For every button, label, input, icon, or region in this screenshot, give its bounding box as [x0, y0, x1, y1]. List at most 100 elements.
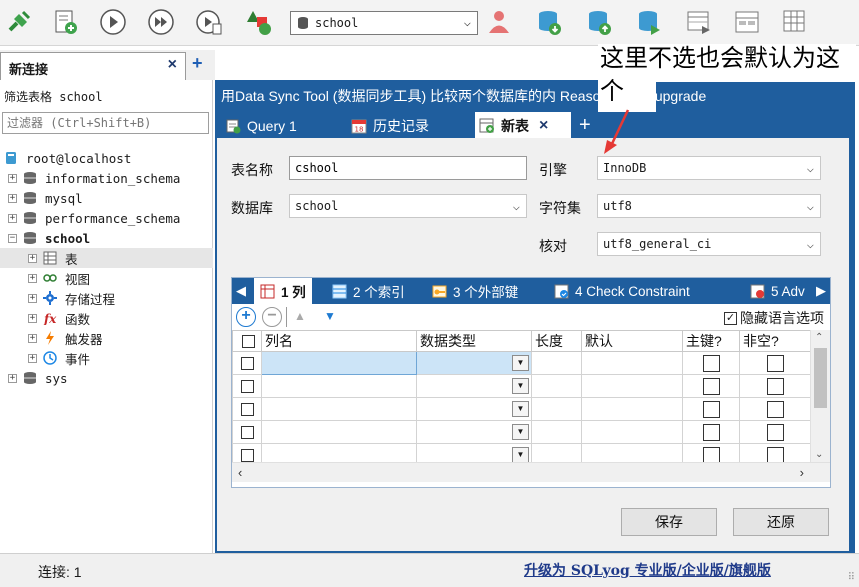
tab-query-1[interactable]: Query 1 — [221, 112, 339, 140]
primary-key-checkbox[interactable] — [702, 354, 720, 372]
remove-column-icon[interactable]: − — [262, 307, 282, 327]
scrollbar-thumb[interactable] — [814, 348, 827, 408]
row-select-cell[interactable] — [232, 351, 262, 375]
length-cell[interactable] — [531, 374, 582, 398]
database-select[interactable]: school ⌵ — [290, 11, 478, 35]
row-checkbox[interactable] — [240, 448, 254, 462]
collation-select[interactable]: utf8_general_ci ⌵ — [597, 232, 821, 256]
dropdown-arrow-icon[interactable]: ▼ — [512, 424, 529, 440]
not-null-checkbox[interactable] — [766, 446, 784, 464]
primary-key-checkbox[interactable] — [702, 446, 720, 464]
column-name-cell[interactable] — [261, 351, 417, 375]
tree-node[interactable]: + information_schema — [0, 168, 213, 188]
add-connection-tab-button[interactable]: + — [192, 53, 203, 74]
length-cell[interactable] — [531, 420, 582, 444]
close-icon[interactable]: × — [539, 117, 548, 135]
data-type-cell[interactable]: ▼ — [416, 351, 532, 375]
run-to-file-icon[interactable] — [194, 7, 224, 37]
scroll-down-icon[interactable]: ⌄ — [815, 449, 823, 460]
dropdown-arrow-icon[interactable]: ▼ — [512, 447, 529, 463]
column-name-cell[interactable] — [261, 374, 417, 398]
column-name-cell[interactable] — [261, 420, 417, 444]
tree-node[interactable]: + 触发器 — [0, 328, 213, 348]
row-checkbox[interactable] — [240, 379, 254, 393]
dropdown-arrow-icon[interactable]: ▼ — [512, 378, 529, 394]
row-select-cell[interactable] — [232, 374, 262, 398]
db-sync-icon[interactable] — [634, 7, 664, 37]
new-query-icon[interactable] — [50, 7, 80, 37]
not-null-cell[interactable] — [739, 397, 811, 421]
save-button[interactable]: 保存 — [621, 508, 717, 536]
expand-icon[interactable]: + — [28, 253, 37, 263]
move-up-icon[interactable]: ▲ — [294, 309, 306, 323]
data-type-cell[interactable]: ▼ — [416, 397, 532, 421]
db-upload-icon[interactable] — [584, 7, 614, 37]
tree-node[interactable]: + performance_schema — [0, 208, 213, 228]
table-name-input[interactable] — [289, 156, 527, 180]
expand-icon[interactable]: + — [8, 173, 17, 183]
database-field[interactable]: school ⌵ — [289, 194, 527, 218]
column-row[interactable]: ▼ — [232, 420, 811, 444]
select-all-checkbox[interactable] — [242, 334, 255, 348]
primary-key-checkbox[interactable] — [702, 423, 720, 441]
db-download-icon[interactable] — [534, 7, 564, 37]
add-tab-button[interactable]: + — [579, 114, 591, 137]
row-select-cell[interactable] — [232, 420, 262, 444]
column-name-cell[interactable] — [261, 397, 417, 421]
revert-button[interactable]: 还原 — [733, 508, 829, 536]
scroll-right-icon[interactable]: › — [800, 465, 804, 480]
hide-language-option[interactable]: ✓ 隐藏语言选项 — [724, 308, 824, 328]
length-cell[interactable] — [531, 351, 582, 375]
tab-history[interactable]: 18 历史记录 — [347, 112, 473, 140]
run-icon[interactable] — [98, 7, 128, 37]
grid-horizontal-scrollbar[interactable]: ‹ › — [232, 462, 830, 482]
default-cell[interactable] — [581, 351, 683, 375]
default-cell[interactable] — [581, 420, 683, 444]
row-checkbox[interactable] — [240, 402, 254, 416]
not-null-cell[interactable] — [739, 420, 811, 444]
not-null-cell[interactable] — [739, 351, 811, 375]
length-cell[interactable] — [531, 397, 582, 421]
tree-node[interactable]: + 表 — [0, 248, 213, 268]
not-null-checkbox[interactable] — [766, 423, 784, 441]
tree-node[interactable]: + sys — [0, 368, 213, 388]
dropdown-arrow-icon[interactable]: ▼ — [512, 355, 529, 371]
connect-icon[interactable] — [4, 7, 34, 37]
schema-icon[interactable] — [684, 7, 714, 37]
add-column-icon[interactable]: + — [236, 307, 256, 327]
not-null-checkbox[interactable] — [766, 354, 784, 372]
primary-key-cell[interactable] — [682, 420, 740, 444]
column-row[interactable]: ▼ — [232, 351, 811, 375]
expand-icon[interactable]: + — [28, 293, 37, 303]
primary-key-cell[interactable] — [682, 397, 740, 421]
tree-node[interactable]: + 视图 — [0, 268, 213, 288]
tab-foreign-keys[interactable]: 3 个外部键 — [432, 278, 518, 304]
primary-key-checkbox[interactable] — [702, 377, 720, 395]
grid-vertical-scrollbar[interactable]: ⌃ ⌄ — [810, 330, 830, 462]
primary-key-cell[interactable] — [682, 351, 740, 375]
move-down-icon[interactable]: ▼ — [324, 309, 336, 323]
collapse-icon[interactable]: − — [8, 233, 17, 243]
default-cell[interactable] — [581, 374, 683, 398]
expand-icon[interactable]: + — [28, 313, 37, 323]
scroll-up-icon[interactable]: ⌃ — [815, 332, 823, 343]
tab-columns[interactable]: 1 列 — [254, 278, 312, 304]
data-type-cell[interactable]: ▼ — [416, 420, 532, 444]
expand-icon[interactable]: + — [8, 213, 17, 223]
connection-tab[interactable]: 新连接 × — [0, 52, 186, 80]
tab-check-constraint[interactable]: 4 Check Constraint — [554, 278, 690, 304]
close-icon[interactable]: × — [168, 56, 177, 74]
column-row[interactable]: ▼ — [232, 374, 811, 398]
run-all-icon[interactable] — [146, 7, 176, 37]
expand-icon[interactable]: + — [28, 333, 37, 343]
tab-scroll-left-icon[interactable]: ◀ — [236, 283, 246, 299]
not-null-checkbox[interactable] — [766, 400, 784, 418]
tab-indexes[interactable]: 2 个索引 — [332, 278, 405, 304]
hide-language-checkbox[interactable]: ✓ — [724, 311, 737, 325]
expand-icon[interactable]: + — [28, 353, 37, 363]
column-row[interactable]: ▼ — [232, 397, 811, 421]
select-all-header[interactable] — [232, 330, 262, 352]
primary-key-cell[interactable] — [682, 374, 740, 398]
grid-icon[interactable] — [780, 7, 810, 37]
not-null-cell[interactable] — [739, 374, 811, 398]
